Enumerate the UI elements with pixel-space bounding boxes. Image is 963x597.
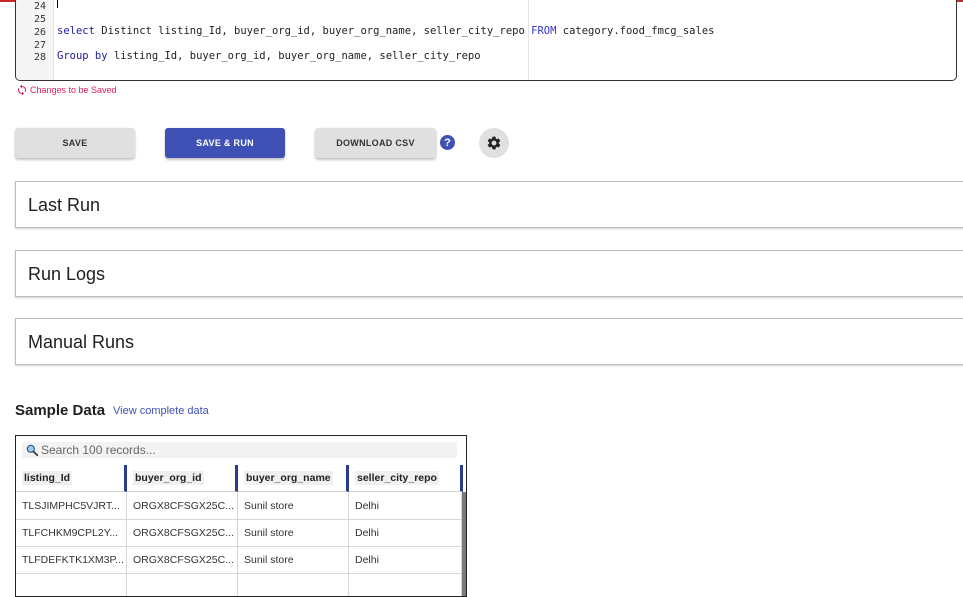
column-header-buyer-org-id[interactable]: buyer_org_id (127, 465, 238, 492)
table-cell: ORGX8CFSGX25C... (127, 520, 238, 547)
sample-data-table: listing_Id buyer_org_id buyer_org_name s… (15, 435, 467, 597)
settings-button[interactable] (479, 128, 509, 158)
gear-icon (487, 136, 501, 150)
sql-editor[interactable]: 24 25 26 27 28 select Distinct listing_I… (15, 0, 957, 81)
code-text: Distinct listing_Id, buyer_org_id, buyer… (94, 25, 532, 37)
editor-divider (528, 0, 529, 80)
table-cell (349, 574, 462, 596)
table-cell: Sunil store (238, 547, 349, 574)
sample-data-heading: Sample Data (15, 402, 106, 419)
search-icon (26, 444, 39, 457)
last-run-panel[interactable]: Last Run (15, 181, 963, 228)
manual-runs-panel[interactable]: Manual Runs (15, 318, 963, 365)
changes-text: Changes to be Saved (30, 85, 117, 95)
panel-title: Last Run (28, 195, 101, 215)
table-cell: Delhi (349, 547, 462, 574)
download-csv-button[interactable]: DOWNLOAD CSV (315, 128, 436, 158)
table-scrollbar[interactable] (462, 492, 466, 596)
table-cell: Sunil store (238, 493, 349, 520)
column-header-buyer-org-name[interactable]: buyer_org_name (238, 465, 349, 492)
table-cell (127, 574, 238, 596)
code-text: category.food_fmcg_sales (556, 25, 715, 37)
table-cell (238, 574, 349, 596)
table-cell: TLSJIMPHC5VJRT... (16, 493, 127, 520)
run-logs-panel[interactable]: Run Logs (15, 250, 963, 297)
line-number-gutter: 24 25 26 27 28 (16, 0, 54, 80)
code-line-28[interactable]: Group by listing_Id, buyer_org_id, buyer… (57, 50, 481, 62)
code-text: listing_Id, buyer_org_id, buyer_org_name… (107, 50, 481, 62)
unsaved-changes-indicator: Changes to be Saved (16, 84, 117, 96)
panel-title: Run Logs (28, 264, 106, 284)
search-input[interactable] (39, 443, 451, 457)
line-number: 27 (33, 40, 46, 51)
text-cursor (57, 0, 58, 8)
line-number: 25 (33, 14, 46, 25)
keyword-group-by: Group by (57, 50, 108, 62)
code-line-26[interactable]: select Distinct listing_Id, buyer_org_id… (57, 25, 714, 37)
table-search (22, 442, 457, 458)
keyword-from: FROM (531, 25, 557, 37)
line-number: 26 (33, 27, 46, 38)
table-cell: ORGX8CFSGX25C... (127, 547, 238, 574)
table-cell: TLFCHKM9CPL2Y... (16, 520, 127, 547)
panel-title: Manual Runs (28, 332, 135, 352)
table-cell: Sunil store (238, 520, 349, 547)
line-number: 28 (33, 52, 46, 63)
table-cell: Delhi (349, 493, 462, 520)
help-icon[interactable]: ? (440, 135, 455, 150)
keyword-select: select (57, 25, 95, 37)
save-button[interactable]: SAVE (15, 128, 135, 158)
table-cell: TLFDEFKTK1XM3P... (16, 547, 127, 574)
line-number: 24 (33, 1, 46, 12)
save-and-run-button[interactable]: SAVE & RUN (165, 128, 285, 158)
column-header-listing-id[interactable]: listing_Id (16, 465, 127, 492)
column-header-seller-city-repo[interactable]: seller_city_repo (349, 465, 463, 492)
sync-icon (18, 84, 26, 96)
view-complete-data-link[interactable]: View complete data (113, 405, 209, 417)
table-cell: ORGX8CFSGX25C... (127, 493, 238, 520)
table-cell: Delhi (349, 520, 462, 547)
table-cell (16, 574, 127, 596)
